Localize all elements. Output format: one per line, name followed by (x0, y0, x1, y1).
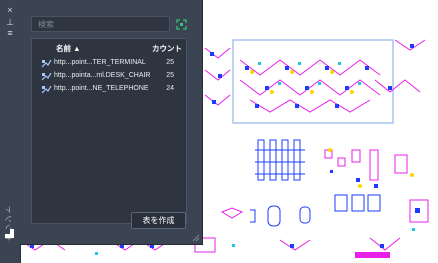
workstation-cluster-left (204, 47, 231, 106)
row-count: 25 (166, 72, 174, 79)
search-input[interactable] (31, 16, 170, 32)
table-row[interactable]: http...point...NE_TELEPHONE 24 (32, 83, 186, 96)
block-reference-icon (41, 59, 52, 68)
palette-titlebar: × ⊥ ≡ カウント (0, 0, 21, 263)
palette-corner-icon (5, 229, 14, 238)
settings-icon[interactable]: ≡ (0, 29, 20, 38)
pin-icon[interactable]: ⊥ (0, 18, 20, 27)
block-reference-icon (41, 85, 52, 94)
row-name: http...point...TER_TERMINAL (54, 59, 146, 66)
row-count: 24 (166, 85, 174, 92)
resize-grip-icon[interactable] (192, 234, 200, 242)
column-header-count[interactable]: カウント (152, 43, 182, 54)
block-reference-icon (41, 72, 52, 81)
row-name: http...point...NE_TELEPHONE (54, 85, 149, 92)
row-count: 25 (166, 59, 174, 66)
create-table-button[interactable]: 表を作成 (131, 212, 186, 229)
close-icon[interactable]: × (0, 6, 20, 15)
zoom-extents-icon[interactable] (176, 19, 187, 30)
column-header-name[interactable]: 名前 ▲ (56, 43, 81, 54)
count-palette: 名前 ▲ カウント http...point...TER_TERMINAL 25… (20, 0, 203, 245)
table-row[interactable]: http...pointa...ml.DESK_CHAIR 25 (32, 70, 186, 83)
table-row[interactable]: http...point...TER_TERMINAL 25 (32, 57, 186, 70)
table-header: 名前 ▲ カウント (32, 39, 186, 55)
count-table: 名前 ▲ カウント http...point...TER_TERMINAL 25… (31, 38, 187, 224)
row-name: http...pointa...ml.DESK_CHAIR (54, 72, 151, 79)
